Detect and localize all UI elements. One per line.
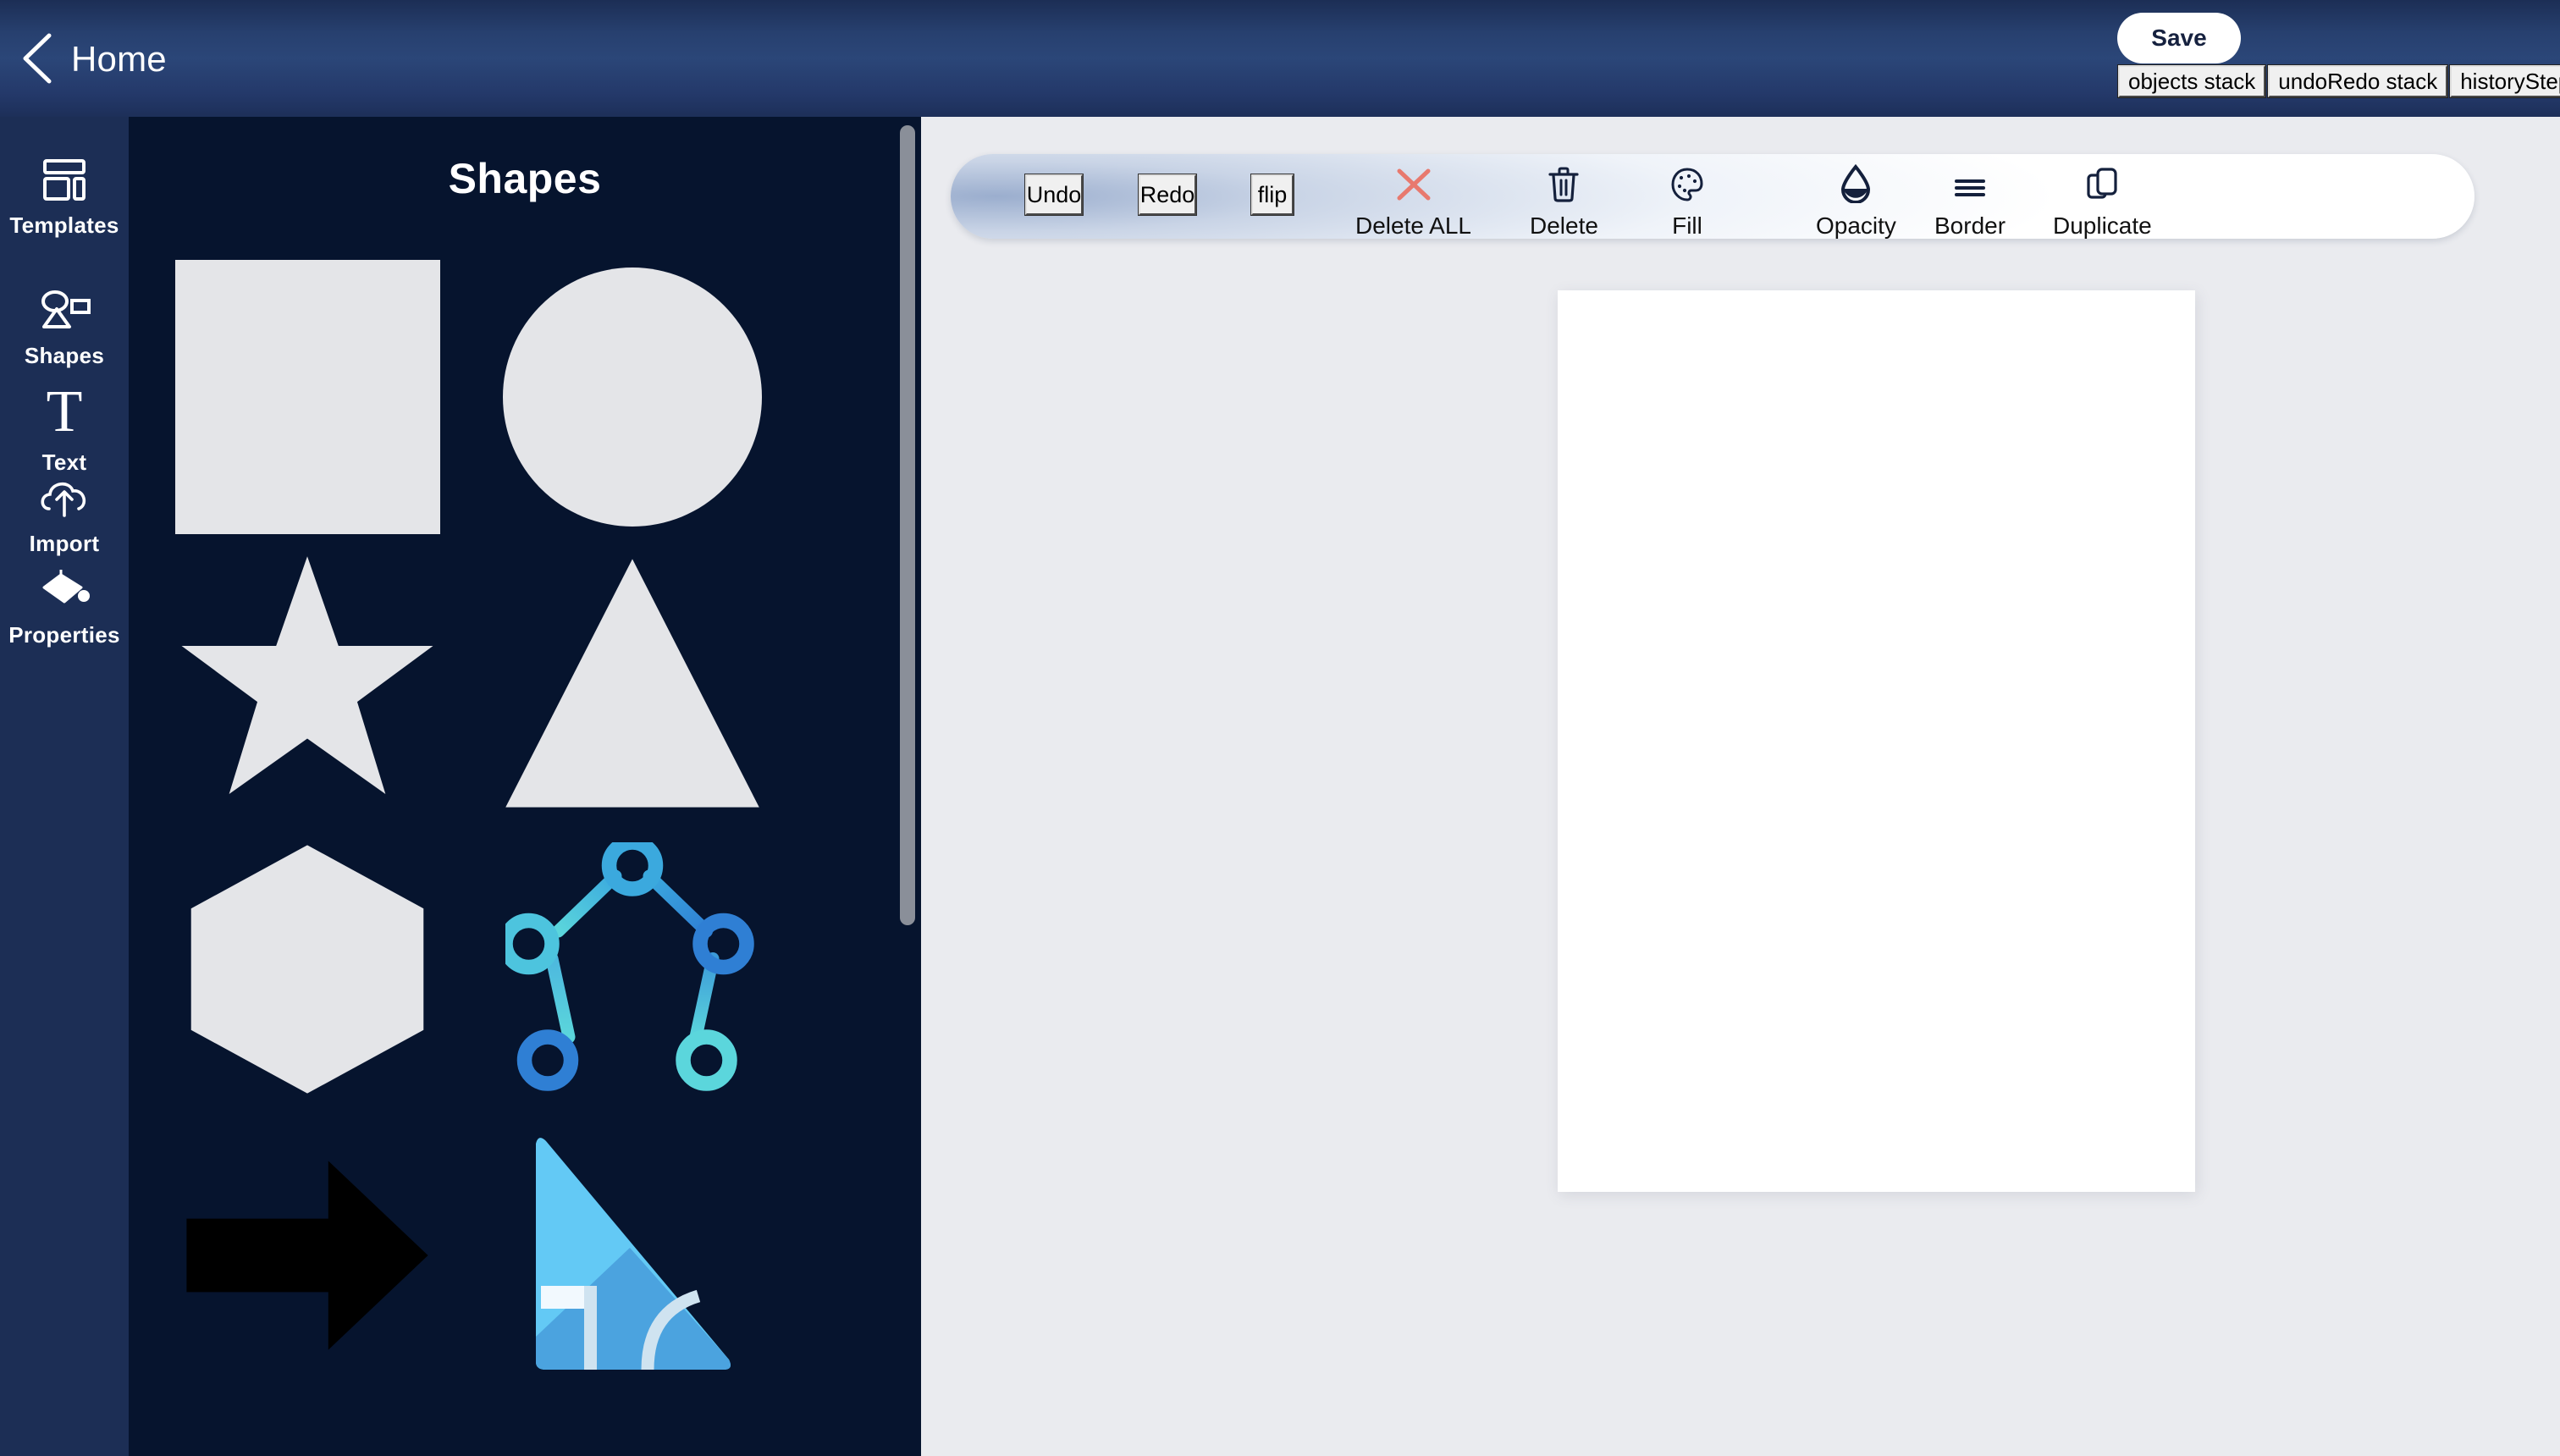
- historystep-button[interactable]: historyStep: [2449, 64, 2560, 98]
- lines-border-icon: [1951, 164, 1989, 203]
- sidebar-item-properties[interactable]: Properties: [0, 564, 129, 648]
- panel-scrollbar[interactable]: [900, 125, 915, 925]
- chevron-left-icon: [23, 33, 52, 84]
- fill-button[interactable]: Fill: [1670, 164, 1704, 240]
- star-shape: [181, 556, 433, 795]
- sidebar-label-templates: Templates: [9, 212, 119, 238]
- sidebar-label-properties: Properties: [8, 622, 120, 648]
- shapes-panel: Shapes: [129, 117, 921, 1456]
- circle-shape: [503, 267, 762, 527]
- shape-item-set-square[interactable]: [484, 1112, 781, 1398]
- undoredo-stack-button[interactable]: undoRedo stack: [2267, 64, 2449, 98]
- save-button[interactable]: Save: [2117, 13, 2241, 63]
- sidebar-label-shapes: Shapes: [24, 343, 105, 368]
- shape-item-square[interactable]: [159, 254, 455, 540]
- templates-layout-icon: [39, 154, 90, 207]
- border-button[interactable]: Border: [1934, 164, 2006, 240]
- sidebar-nav: Templates Shapes T Text Import Propertie…: [0, 117, 129, 1456]
- shape-item-pentagon-nodes[interactable]: [484, 826, 781, 1112]
- text-t-icon: T: [46, 379, 83, 444]
- sidebar-item-text[interactable]: T Text: [0, 381, 129, 476]
- app-header: Home Save objects stack undoRedo stack h…: [0, 0, 2560, 117]
- palette-icon: [1670, 164, 1704, 203]
- sidebar-label-import: Import: [29, 531, 100, 556]
- hexagon-shape: [190, 845, 424, 1094]
- delete-label: Delete: [1530, 212, 1598, 239]
- sidebar-item-templates[interactable]: Templates: [0, 154, 129, 239]
- pentagon-node-graph-icon: [505, 842, 754, 1091]
- shape-item-hexagon[interactable]: [159, 826, 455, 1112]
- sidebar-item-import[interactable]: Import: [0, 472, 129, 557]
- canvas-page[interactable]: [1558, 290, 2195, 1192]
- delete-all-button[interactable]: Delete ALL: [1355, 164, 1471, 240]
- opacity-button[interactable]: Opacity: [1816, 164, 1896, 240]
- objects-stack-button[interactable]: objects stack: [2116, 64, 2267, 98]
- trash-can-icon: [1548, 164, 1580, 203]
- shape-item-triangle[interactable]: [484, 540, 781, 826]
- undo-button[interactable]: Undo: [1024, 174, 1084, 216]
- x-close-icon: [1394, 164, 1433, 203]
- copy-duplicate-icon: [2085, 164, 2119, 203]
- square-shape: [174, 260, 440, 534]
- paint-bucket-icon: [37, 564, 91, 616]
- set-square-ruler-icon: [536, 1138, 731, 1371]
- redo-button[interactable]: Redo: [1138, 174, 1197, 216]
- fill-label: Fill: [1672, 212, 1702, 239]
- shape-item-star[interactable]: [159, 540, 455, 826]
- arrow-right-shape: [186, 1161, 428, 1350]
- droplet-half-icon: [1840, 164, 1872, 203]
- shape-item-trapezoid[interactable]: [484, 1398, 781, 1456]
- flip-button[interactable]: flip: [1250, 174, 1294, 216]
- duplicate-label: Duplicate: [2053, 212, 2152, 239]
- shapes-panel-title: Shapes: [448, 155, 602, 202]
- sidebar-item-shapes[interactable]: Shapes: [0, 284, 129, 369]
- duplicate-button[interactable]: Duplicate: [2053, 164, 2152, 240]
- shape-item-green-square[interactable]: [159, 1398, 455, 1456]
- debug-stack-buttons: objects stack undoRedo stack historyStep: [2116, 64, 2560, 98]
- delete-all-label: Delete ALL: [1355, 212, 1471, 239]
- cloud-upload-icon: [37, 472, 91, 525]
- border-label: Border: [1934, 212, 2006, 239]
- page-title: Home: [71, 39, 167, 79]
- shape-item-arrow-right[interactable]: [159, 1112, 455, 1398]
- opacity-label: Opacity: [1816, 212, 1896, 239]
- back-button[interactable]: [15, 29, 61, 88]
- shapes-icon: [38, 284, 91, 337]
- delete-button[interactable]: Delete: [1530, 164, 1598, 240]
- canvas-area: Undo Redo flip Delete ALL Delete Fill Op…: [921, 117, 2560, 1456]
- shape-item-circle[interactable]: [484, 254, 781, 540]
- editing-toolbar: Undo Redo flip Delete ALL Delete Fill Op…: [951, 154, 2474, 239]
- triangle-shape: [505, 559, 759, 808]
